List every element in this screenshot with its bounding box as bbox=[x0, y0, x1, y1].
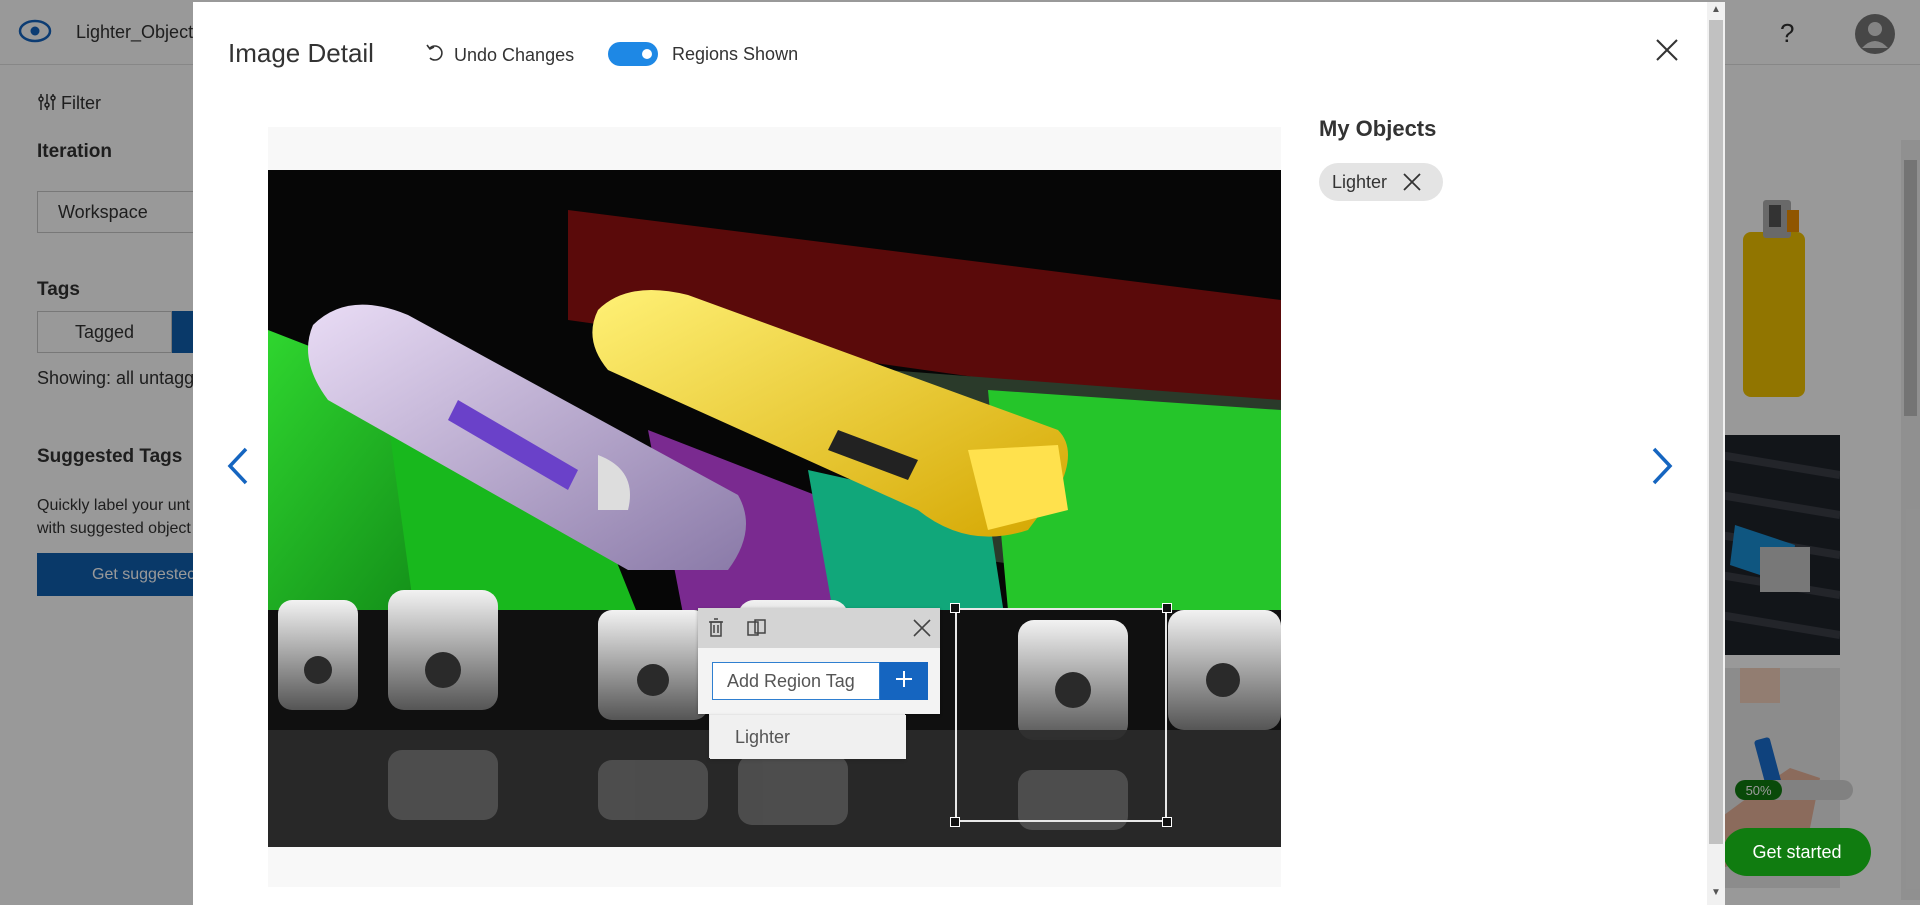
my-objects-heading: My Objects bbox=[1319, 116, 1437, 141]
chevron-right-icon[interactable] bbox=[1642, 436, 1682, 496]
close-icon[interactable] bbox=[1655, 38, 1679, 67]
get-started-label: Get started bbox=[1752, 841, 1842, 862]
region-tag-input[interactable] bbox=[712, 662, 880, 700]
resize-handle[interactable] bbox=[1162, 603, 1172, 613]
region-popup-toolbar bbox=[698, 608, 940, 648]
plus-icon bbox=[894, 669, 914, 694]
add-region-tag-button[interactable] bbox=[880, 662, 928, 700]
modal-scrollbar-thumb[interactable] bbox=[1709, 20, 1723, 844]
regions-toggle[interactable]: Regions Shown bbox=[608, 42, 798, 66]
resize-handle[interactable] bbox=[950, 603, 960, 613]
scroll-up-arrow[interactable]: ▲ bbox=[1707, 4, 1725, 15]
regions-toggle-label: Regions Shown bbox=[672, 43, 799, 64]
resize-handle[interactable] bbox=[1162, 817, 1172, 827]
tag-suggestion-item[interactable]: Lighter bbox=[710, 715, 906, 759]
trash-icon[interactable] bbox=[707, 618, 725, 643]
tag-suggestion-list: Lighter bbox=[709, 714, 906, 759]
close-icon[interactable] bbox=[1403, 173, 1421, 191]
undo-label: Undo Changes bbox=[454, 45, 575, 65]
regions-toggle-switch[interactable] bbox=[608, 42, 658, 66]
image-detail-dialog: Image Detail Undo Changes Regions Shown bbox=[193, 2, 1707, 905]
object-chip-label: Lighter bbox=[1332, 171, 1388, 192]
undo-icon bbox=[426, 43, 444, 68]
region-bounding-box[interactable] bbox=[955, 608, 1167, 822]
object-chip[interactable]: Lighter bbox=[1319, 163, 1443, 201]
undo-button[interactable]: Undo Changes bbox=[426, 43, 574, 68]
get-started-button[interactable]: Get started bbox=[1723, 828, 1871, 876]
resize-handle[interactable] bbox=[950, 817, 960, 827]
scroll-down-arrow[interactable]: ▼ bbox=[1707, 887, 1725, 898]
close-icon[interactable] bbox=[913, 619, 931, 642]
region-tag-popup bbox=[698, 608, 940, 714]
modal-scrollbar[interactable]: ▲ ▼ bbox=[1707, 2, 1725, 905]
chevron-left-icon[interactable] bbox=[218, 436, 258, 496]
dialog-title: Image Detail bbox=[228, 38, 374, 68]
duplicate-icon[interactable] bbox=[746, 618, 768, 643]
